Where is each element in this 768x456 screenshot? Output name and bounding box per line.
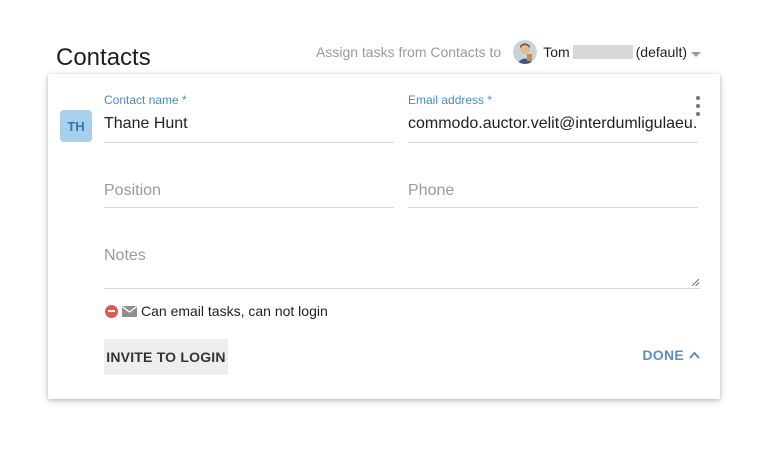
contact-name-field[interactable]: Contact name * Thane Hunt (104, 93, 394, 143)
page-title: Contacts (56, 44, 151, 71)
contact-name-label: Contact name * (104, 93, 187, 107)
contact-initials-badge: TH (60, 110, 92, 142)
email-address-field[interactable]: Email address * commodo.auctor.velit@int… (408, 93, 698, 143)
chevron-down-icon[interactable] (691, 51, 701, 57)
phone-placeholder: Phone (408, 182, 455, 199)
login-status-text: Can email tasks, can not login (141, 303, 328, 319)
phone-field[interactable]: Phone (408, 174, 698, 208)
done-button-label: DONE (642, 347, 684, 363)
assignee-default-tag: (default) (635, 44, 687, 60)
email-address-label: Email address * (408, 93, 493, 107)
position-placeholder: Position (104, 182, 161, 199)
assignee-dropdown[interactable]: Tom (default) (513, 40, 701, 64)
email-address-value[interactable]: commodo.auctor.velit@interdumligulaeu. (408, 115, 698, 133)
position-field[interactable]: Position (104, 174, 394, 208)
assign-tasks-label: Assign tasks from Contacts to (316, 44, 502, 60)
contact-name-value[interactable]: Thane Hunt (104, 115, 394, 133)
chevron-up-icon (689, 351, 700, 359)
envelope-icon (122, 305, 137, 317)
done-button[interactable]: DONE (642, 347, 700, 363)
contact-card: TH Contact name * Thane Hunt Email addre… (48, 74, 720, 399)
no-entry-icon (105, 304, 118, 318)
login-status: Can email tasks, can not login (105, 303, 328, 319)
avatar (513, 40, 538, 64)
invite-to-login-button[interactable]: INVITE TO LOGIN (104, 339, 228, 375)
notes-placeholder: Notes (104, 247, 146, 264)
resize-grip-icon[interactable] (692, 279, 699, 286)
assign-tasks-bar: Assign tasks from Contacts to Tom (defau… (316, 38, 701, 66)
redacted-name (572, 45, 633, 59)
notes-field[interactable]: Notes (104, 239, 700, 289)
assignee-name: Tom (543, 44, 570, 60)
